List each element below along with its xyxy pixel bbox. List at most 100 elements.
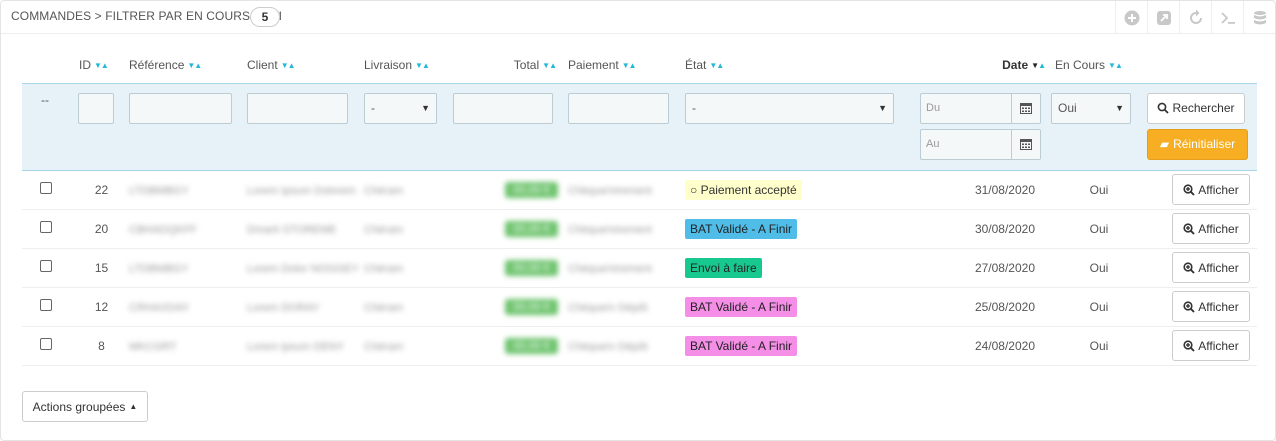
table-row[interactable]: 20 CBHADQKFF Dmarti STOREME Chéram 00,00…: [22, 209, 1257, 249]
date-to-input[interactable]: Au: [920, 128, 1011, 160]
page-title: Commandes > Filtrer par En cours : Oui: [11, 9, 283, 23]
table-row[interactable]: 22 LTDBMBGY Lorem Ipsum Dolorem Chéram 0…: [22, 170, 1257, 210]
chevron-down-icon: ▼: [1115, 103, 1124, 113]
order-livraison: Chéram: [364, 340, 404, 353]
order-livraison: Chéram: [364, 223, 404, 236]
table-row[interactable]: 8 MKCGRT Lorem ipsum DENY Chéram 00,00 €…: [22, 326, 1257, 366]
order-client: Lorem Ipsum Dolorem: [247, 184, 356, 197]
column-header-reference: Référence ▼▲: [129, 58, 202, 73]
order-paiement: Chèque/virement: [568, 223, 652, 236]
order-reference: LTDBMBGY: [129, 184, 189, 197]
filter-dash: --: [41, 92, 49, 107]
filter-en-cours-select[interactable]: Oui ▼: [1051, 92, 1131, 124]
order-reference: LTDBMBGY: [129, 262, 189, 275]
filter-total-input[interactable]: [453, 92, 553, 124]
filter-id-input[interactable]: [78, 92, 114, 124]
order-client: Lorem Dolor NOGGEY: [247, 262, 359, 275]
panel-header: Commandes > Filtrer par En cours : Oui 5: [1, 1, 1275, 34]
sort-arrows-icon[interactable]: ▼▲: [415, 61, 430, 70]
search-button[interactable]: Rechercher: [1147, 92, 1245, 124]
order-livraison: Chéram: [364, 262, 404, 275]
reset-button[interactable]: ▰ Réinitialiser: [1147, 128, 1248, 160]
order-date: 31/08/2020: [920, 170, 1051, 210]
order-en-cours: Oui: [1051, 209, 1147, 249]
order-en-cours: Oui: [1051, 326, 1147, 366]
sql-query-icon[interactable]: [1211, 1, 1243, 34]
column-header-livraison: Livraison ▼▲: [364, 58, 430, 73]
sort-arrows-icon[interactable]: ▼▲: [542, 61, 557, 70]
calendar-icon[interactable]: [1011, 128, 1041, 160]
view-button[interactable]: Afficher: [1172, 174, 1250, 205]
order-count-badge: 5: [250, 7, 280, 27]
order-date: 30/08/2020: [920, 209, 1051, 249]
sort-arrows-icon[interactable]: ▼▲: [709, 61, 724, 70]
chevron-down-icon: ▼: [878, 103, 887, 113]
sort-arrows-icon[interactable]: ▼▲: [622, 61, 637, 70]
sort-arrows-icon[interactable]: ▼▲: [281, 61, 296, 70]
status-badge: ○ Paiement accepté: [685, 179, 802, 200]
view-button[interactable]: Afficher: [1172, 291, 1250, 322]
date-from-input[interactable]: Du: [920, 92, 1011, 124]
column-header-date: Date ▼▲: [1002, 58, 1046, 73]
order-client: Lorem DORAY: [247, 301, 320, 314]
zoom-in-icon: [1183, 183, 1195, 196]
zoom-in-icon: [1183, 261, 1195, 274]
chevron-down-icon: ▼: [421, 103, 430, 113]
bulk-actions-button[interactable]: Actions groupées ▲: [22, 391, 148, 422]
status-badge: BAT Validé - A Finir: [685, 218, 798, 239]
filter-reference-input[interactable]: [129, 92, 232, 124]
order-id: 22: [74, 170, 129, 210]
row-checkbox[interactable]: [40, 299, 52, 311]
column-header-client: Client ▼▲: [247, 58, 296, 73]
column-header-etat: État ▼▲: [685, 58, 724, 73]
orders-table: ID ▼▲ Référence ▼▲ Client ▼▲ Livraison ▼▲ To…: [22, 48, 1257, 366]
sort-arrows-icon[interactable]: ▼▲: [1031, 61, 1046, 70]
order-total: 00,00 €: [505, 298, 558, 315]
filter-client-input[interactable]: [247, 92, 348, 124]
calendar-icon[interactable]: [1011, 92, 1041, 124]
status-badge: Envoi à faire: [685, 257, 762, 278]
panel-toolbar: [1115, 1, 1275, 34]
view-button[interactable]: Afficher: [1172, 330, 1250, 361]
filter-livraison-select[interactable]: - ▼: [364, 92, 437, 124]
row-checkbox[interactable]: [40, 338, 52, 350]
export-icon[interactable]: [1147, 1, 1179, 34]
refresh-icon[interactable]: [1179, 1, 1211, 34]
caret-up-icon: ▲: [129, 402, 138, 411]
row-checkbox[interactable]: [40, 182, 52, 194]
search-icon: [1158, 102, 1170, 114]
view-button[interactable]: Afficher: [1172, 252, 1250, 283]
order-reference: CRHAXDAY: [129, 301, 190, 314]
order-total: 00,00 €: [505, 181, 558, 198]
sort-arrows-icon[interactable]: ▼▲: [1108, 61, 1123, 70]
row-checkbox[interactable]: [40, 260, 52, 272]
eraser-icon: ▰: [1159, 137, 1170, 151]
view-button[interactable]: Afficher: [1172, 213, 1250, 244]
order-paiement: Chèque/v Dépôt: [568, 301, 648, 314]
order-date: 24/08/2020: [920, 326, 1051, 366]
row-checkbox[interactable]: [40, 221, 52, 233]
order-id: 12: [74, 287, 129, 327]
order-total: 00,00 €: [505, 220, 558, 237]
table-row[interactable]: 12 CRHAXDAY Lorem DORAY Chéram 00,00 € C…: [22, 287, 1257, 327]
order-paiement: Chèque/virement: [568, 184, 652, 197]
filter-row: -- - ▼ - ▼ Du Au Oui ▼ Rechercher ▰ Réin…: [22, 82, 1257, 171]
column-header-paiement: Paiement ▼▲: [568, 58, 637, 73]
order-id: 8: [74, 326, 129, 366]
table-row[interactable]: 15 LTDBMBGY Lorem Dolor NOGGEY Chéram 00…: [22, 248, 1257, 288]
add-new-icon[interactable]: [1115, 1, 1147, 34]
order-client: Dmarti STOREME: [247, 223, 337, 236]
sort-arrows-icon[interactable]: ▼▲: [94, 61, 109, 70]
orders-panel: Commandes > Filtrer par En cours : Oui 5: [0, 0, 1276, 441]
zoom-in-icon: [1183, 300, 1195, 313]
order-id: 15: [74, 248, 129, 288]
filter-etat-select[interactable]: - ▼: [685, 92, 894, 124]
sort-arrows-icon[interactable]: ▼▲: [187, 61, 202, 70]
order-date: 27/08/2020: [920, 248, 1051, 288]
order-reference: CBHADQKFF: [129, 223, 197, 236]
order-paiement: Chèque/v Dépôt: [568, 340, 648, 353]
order-client: Lorem ipsum DENY: [247, 340, 345, 353]
order-paiement: Chèque/virement: [568, 262, 652, 275]
sql-manager-icon[interactable]: [1243, 1, 1275, 34]
filter-paiement-input[interactable]: [568, 92, 669, 124]
